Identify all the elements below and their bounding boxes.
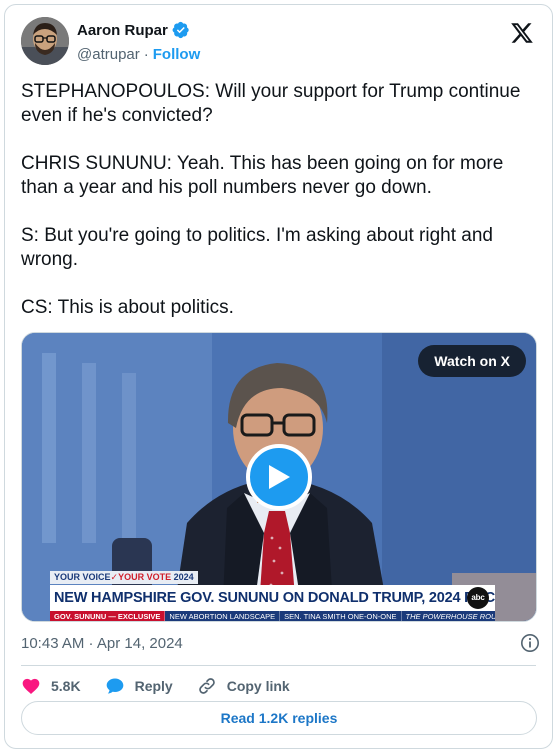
abc-logo: abc <box>467 587 489 609</box>
link-icon <box>198 678 215 694</box>
play-icon[interactable] <box>246 444 312 510</box>
author-handle[interactable]: @atrupar <box>77 46 140 63</box>
reply-button[interactable]: Reply <box>105 676 173 696</box>
ticker-item: NEW ABORTION LANDSCAPE <box>165 611 281 621</box>
ticker-item: THE POWERHOUSE ROUNDTABLE <box>402 611 495 621</box>
lower-third-ticker: GOV. SUNUNU — EXCLUSIVE NEW ABORTION LAN… <box>50 611 495 621</box>
verified-badge-icon <box>172 21 190 39</box>
kicker-year: 2024 <box>173 572 194 582</box>
tweet-actions: 5.8K Reply Copy link <box>21 671 314 701</box>
author-name-row: Aaron Rupar <box>77 21 190 39</box>
lower-third-headline: NEW HAMPSHIRE GOV. SUNUNU ON DONALD TRUM… <box>50 585 495 611</box>
tweet-card: Aaron Rupar @atrupar · Follow STEPHANOPO… <box>4 4 553 749</box>
news-lower-third: YOUR VOICE✓YOUR VOTE 2024 NEW HAMPSHIRE … <box>50 567 495 621</box>
copy-link-label: Copy link <box>226 678 290 694</box>
tweet-timestamp[interactable]: 10:43 AM · Apr 14, 2024 <box>21 635 183 652</box>
kicker-your-voice: YOUR VOICE <box>54 572 111 582</box>
tweet-text: STEPHANOPOULOS: Will your support for Tr… <box>21 81 521 318</box>
author-handle-row: @atrupar · Follow <box>77 46 200 63</box>
headline-text: NEW HAMPSHIRE GOV. SUNUNU ON DONALD TRUM… <box>54 590 495 606</box>
reply-bubble-icon <box>106 678 123 694</box>
divider <box>21 665 536 666</box>
video-media[interactable]: Watch on X YOUR VOICE✓YOUR VOTE 2024 NEW… <box>21 332 537 622</box>
like-button[interactable]: 5.8K <box>21 676 81 696</box>
avatar[interactable] <box>21 17 69 65</box>
follow-button[interactable]: Follow <box>153 46 201 63</box>
author-display-name[interactable]: Aaron Rupar <box>77 22 168 39</box>
lower-third-kicker: YOUR VOICE✓YOUR VOTE 2024 <box>50 571 198 584</box>
reply-label: Reply <box>134 678 173 694</box>
like-count: 5.8K <box>51 678 81 694</box>
separator-dot: · <box>143 46 149 63</box>
kicker-check: ✓ <box>110 572 119 582</box>
ticker-item: GOV. SUNUNU — EXCLUSIVE <box>50 611 166 621</box>
heart-icon <box>22 678 40 694</box>
ticker-item: SEN. TINA SMITH ONE-ON-ONE <box>280 611 402 621</box>
info-icon[interactable] <box>520 633 540 653</box>
kicker-your-vote: YOUR VOTE <box>118 572 172 582</box>
watch-on-x-button[interactable]: Watch on X <box>418 345 526 377</box>
read-replies-button[interactable]: Read 1.2K replies <box>21 701 537 735</box>
avatar-image <box>21 17 69 65</box>
x-logo-icon[interactable] <box>510 21 534 45</box>
copy-link-button[interactable]: Copy link <box>197 676 290 696</box>
